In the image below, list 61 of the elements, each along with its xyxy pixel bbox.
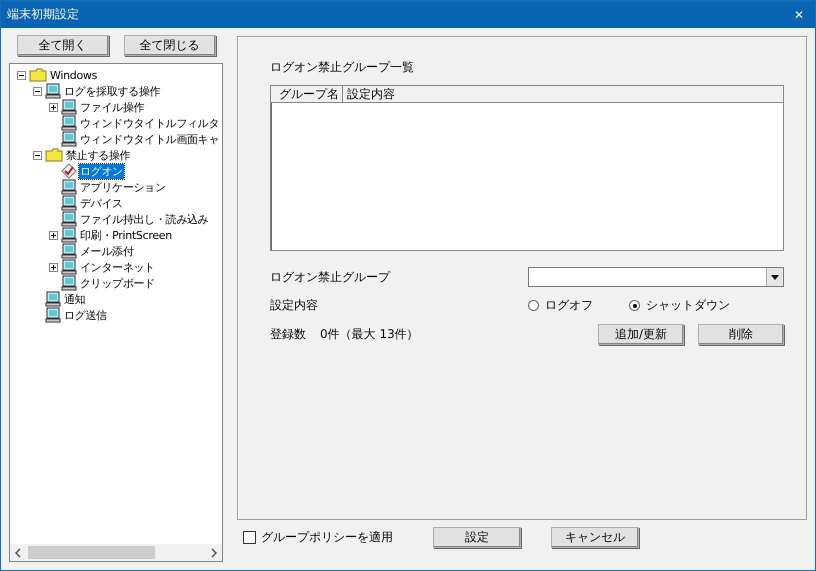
computer-icon [61, 227, 77, 243]
list-title: ログオン禁止グループ一覧 [270, 59, 415, 76]
tree-item[interactable]: ログ送信 [63, 308, 108, 322]
tree-item[interactable]: インターネット [79, 260, 156, 274]
window-title: 端末初期設定 [7, 6, 79, 23]
minus-box-icon[interactable] [16, 70, 26, 80]
expand-all-button[interactable]: 全て開く [16, 35, 108, 56]
tree-item[interactable]: ログオン [79, 164, 124, 178]
computer-icon [45, 291, 61, 307]
column-header[interactable]: グループ名 [271, 86, 343, 102]
tree-item[interactable]: ファイル操作 [79, 100, 146, 114]
plus-box-icon[interactable] [48, 262, 58, 272]
plus-box-icon[interactable] [48, 102, 58, 112]
tree-item[interactable]: 通知 [63, 292, 86, 306]
group-dropdown[interactable] [528, 267, 784, 287]
computer-icon [61, 99, 77, 115]
apply-button[interactable]: 設定 [433, 526, 521, 548]
tree-item[interactable]: アプリケーション [79, 180, 167, 194]
folder-icon [45, 148, 63, 162]
tree-item[interactable]: デバイス [79, 196, 124, 210]
count-value: 0件（最大 13件） [320, 326, 419, 343]
add-update-button[interactable]: 追加/更新 [598, 324, 684, 345]
folder-icon [29, 68, 47, 82]
radio-button[interactable] [629, 300, 640, 311]
dropdown-arrow-icon [771, 274, 779, 280]
computer-icon [45, 83, 61, 99]
tree-item[interactable]: ログを採取する操作 [63, 84, 162, 98]
computer-icon [61, 243, 77, 259]
tree-item[interactable]: ファイル持出し・読み込み [79, 212, 210, 226]
tree-item[interactable]: Windows [49, 68, 98, 82]
horizontal-scrollbar[interactable] [10, 544, 222, 561]
tree-item[interactable]: ウィンドウタイトルフィルタ [79, 116, 220, 130]
computer-icon [61, 259, 77, 275]
computer-icon [61, 179, 77, 195]
column-header[interactable]: 設定内容 [343, 86, 783, 102]
minus-box-icon[interactable] [32, 86, 42, 96]
tree-item[interactable]: 印刷・PrintScreen [79, 228, 173, 242]
option-label[interactable]: シャットダウン [646, 297, 730, 314]
computer-icon [61, 131, 77, 147]
collapse-all-button[interactable]: 全て閉じる [124, 35, 216, 56]
computer-icon [61, 211, 77, 227]
diamond-check-icon [61, 163, 77, 179]
delete-button[interactable]: 削除 [698, 324, 784, 345]
setting-label: 設定内容 [270, 297, 319, 314]
tree-item[interactable]: 禁止する操作 [65, 148, 132, 162]
close-button[interactable]: ✕ [789, 8, 809, 22]
computer-icon [61, 275, 77, 291]
computer-icon [61, 195, 77, 211]
plus-box-icon[interactable] [48, 230, 58, 240]
computer-icon [45, 307, 61, 323]
computer-icon [61, 115, 77, 131]
tree-item[interactable]: メール添付 [79, 244, 135, 258]
radio-button[interactable] [528, 300, 539, 311]
group-label: ログオン禁止グループ [270, 268, 392, 286]
tree-item[interactable]: クリップボード [79, 276, 156, 290]
cancel-button[interactable]: キャンセル [551, 526, 639, 548]
option-label[interactable]: ログオフ [545, 297, 593, 314]
minus-box-icon[interactable] [32, 150, 42, 160]
tree-item[interactable]: ウィンドウタイトル画面キャ [79, 132, 220, 146]
apply-policy-checkbox[interactable]: グループポリシーを適用 [243, 528, 393, 546]
count-label: 登録数 [270, 326, 306, 343]
